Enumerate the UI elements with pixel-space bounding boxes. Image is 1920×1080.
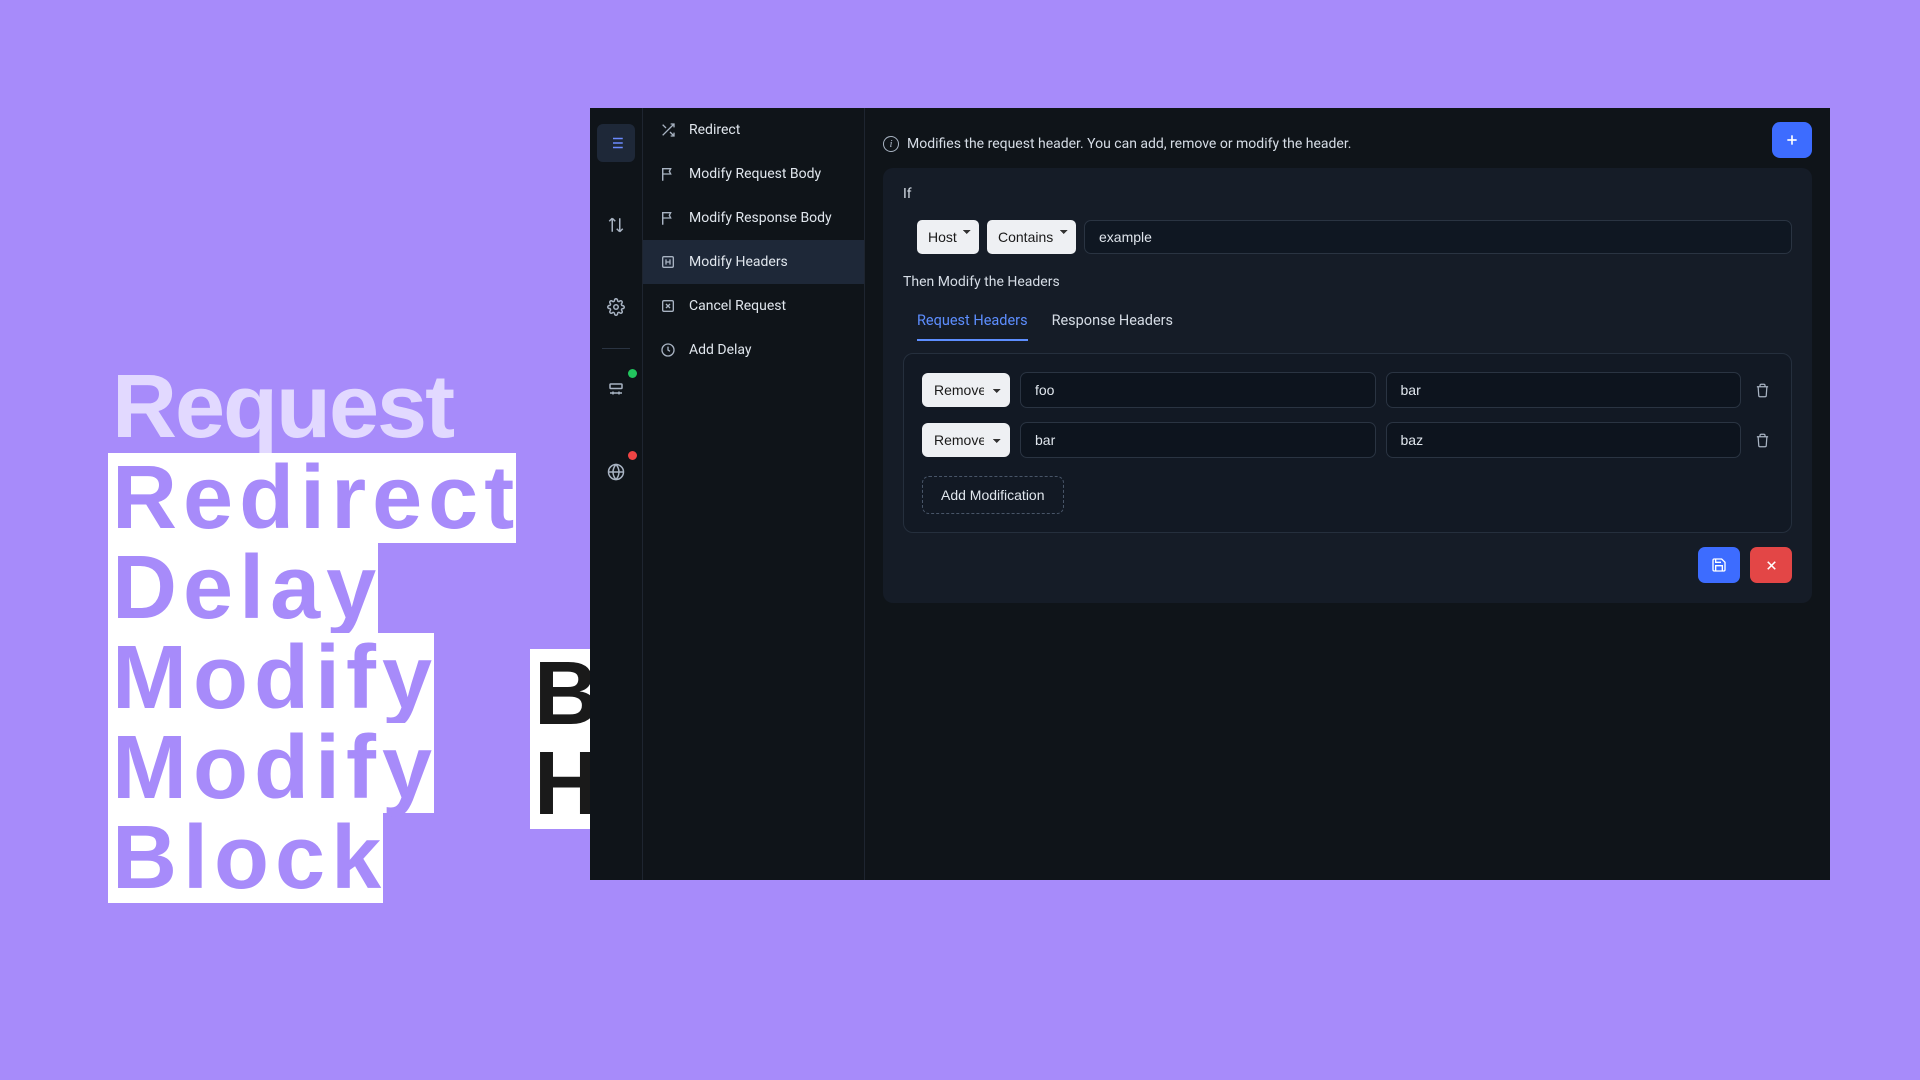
rail-traffic-icon[interactable] xyxy=(597,206,635,244)
rule-modify-response-body[interactable]: Modify Response Body xyxy=(643,196,864,240)
decor-heading: Request xyxy=(112,362,453,452)
main-panel: i Modifies the request header. You can a… xyxy=(865,108,1830,880)
tab-request-headers[interactable]: Request Headers xyxy=(917,306,1028,341)
flag-icon xyxy=(659,209,677,227)
rail-globe-icon[interactable] xyxy=(597,453,635,491)
condition-type-select[interactable]: Host xyxy=(917,220,979,254)
description-row: i Modifies the request header. You can a… xyxy=(865,136,1830,168)
modification-row: Remove xyxy=(922,422,1773,458)
modifications-panel: Remove Remove xyxy=(903,353,1792,533)
app-window: Redirect Modify Request Body Modify Resp… xyxy=(590,108,1830,880)
tab-response-headers[interactable]: Response Headers xyxy=(1052,306,1173,341)
rule-label: Modify Response Body xyxy=(689,210,832,226)
modification-action-select[interactable]: Remove xyxy=(922,373,1010,407)
rule-add-delay[interactable]: Add Delay xyxy=(643,328,864,372)
cancel-button[interactable] xyxy=(1750,547,1792,583)
rule-modify-request-body[interactable]: Modify Request Body xyxy=(643,152,864,196)
cancel-icon xyxy=(659,297,677,315)
condition-label: If xyxy=(903,186,1792,202)
rule-cancel-request[interactable]: Cancel Request xyxy=(643,284,864,328)
modification-value-input[interactable] xyxy=(1386,372,1742,408)
header-icon xyxy=(659,253,677,271)
condition-row: Host Contains xyxy=(903,220,1792,254)
rule-label: Cancel Request xyxy=(689,298,786,314)
rule-label: Modify Request Body xyxy=(689,166,821,182)
condition-operator-select[interactable]: Contains xyxy=(987,220,1076,254)
rail-settings-icon[interactable] xyxy=(597,288,635,326)
modification-key-input[interactable] xyxy=(1020,372,1376,408)
then-label: Then Modify the Headers xyxy=(903,274,1792,290)
shuffle-icon xyxy=(659,121,677,139)
rule-label: Add Delay xyxy=(689,342,752,358)
modification-value-input[interactable] xyxy=(1386,422,1742,458)
card-footer xyxy=(903,547,1792,583)
rule-modify-headers[interactable]: Modify Headers xyxy=(643,240,864,284)
delete-modification-button[interactable] xyxy=(1751,429,1773,451)
condition-value-input[interactable] xyxy=(1084,220,1792,254)
rail-proxy-badge xyxy=(628,369,637,378)
modification-key-input[interactable] xyxy=(1020,422,1376,458)
rule-card: If Host Contains Then Modify the Headers… xyxy=(883,168,1812,603)
add-modification-button[interactable]: Add Modification xyxy=(922,476,1064,514)
delete-modification-button[interactable] xyxy=(1751,379,1773,401)
rail-proxy-icon[interactable] xyxy=(597,371,635,409)
rule-label: Modify Headers xyxy=(689,254,788,270)
header-tabs: Request Headers Response Headers xyxy=(903,306,1792,341)
save-button[interactable] xyxy=(1698,547,1740,583)
rule-redirect[interactable]: Redirect xyxy=(643,108,864,152)
decor-words-left: Redirect Delay Modify Modify Block xyxy=(108,453,516,903)
icon-rail xyxy=(590,108,643,880)
modification-action-select[interactable]: Remove xyxy=(922,423,1010,457)
clock-icon xyxy=(659,341,677,359)
rules-list: Redirect Modify Request Body Modify Resp… xyxy=(643,108,865,880)
rail-divider xyxy=(602,348,630,349)
info-icon: i xyxy=(883,136,899,152)
rail-rules-icon[interactable] xyxy=(597,124,635,162)
rail-globe-badge xyxy=(628,451,637,460)
flag-icon xyxy=(659,165,677,183)
rule-label: Redirect xyxy=(689,122,740,138)
modification-row: Remove xyxy=(922,372,1773,408)
description-text: Modifies the request header. You can add… xyxy=(907,136,1351,152)
